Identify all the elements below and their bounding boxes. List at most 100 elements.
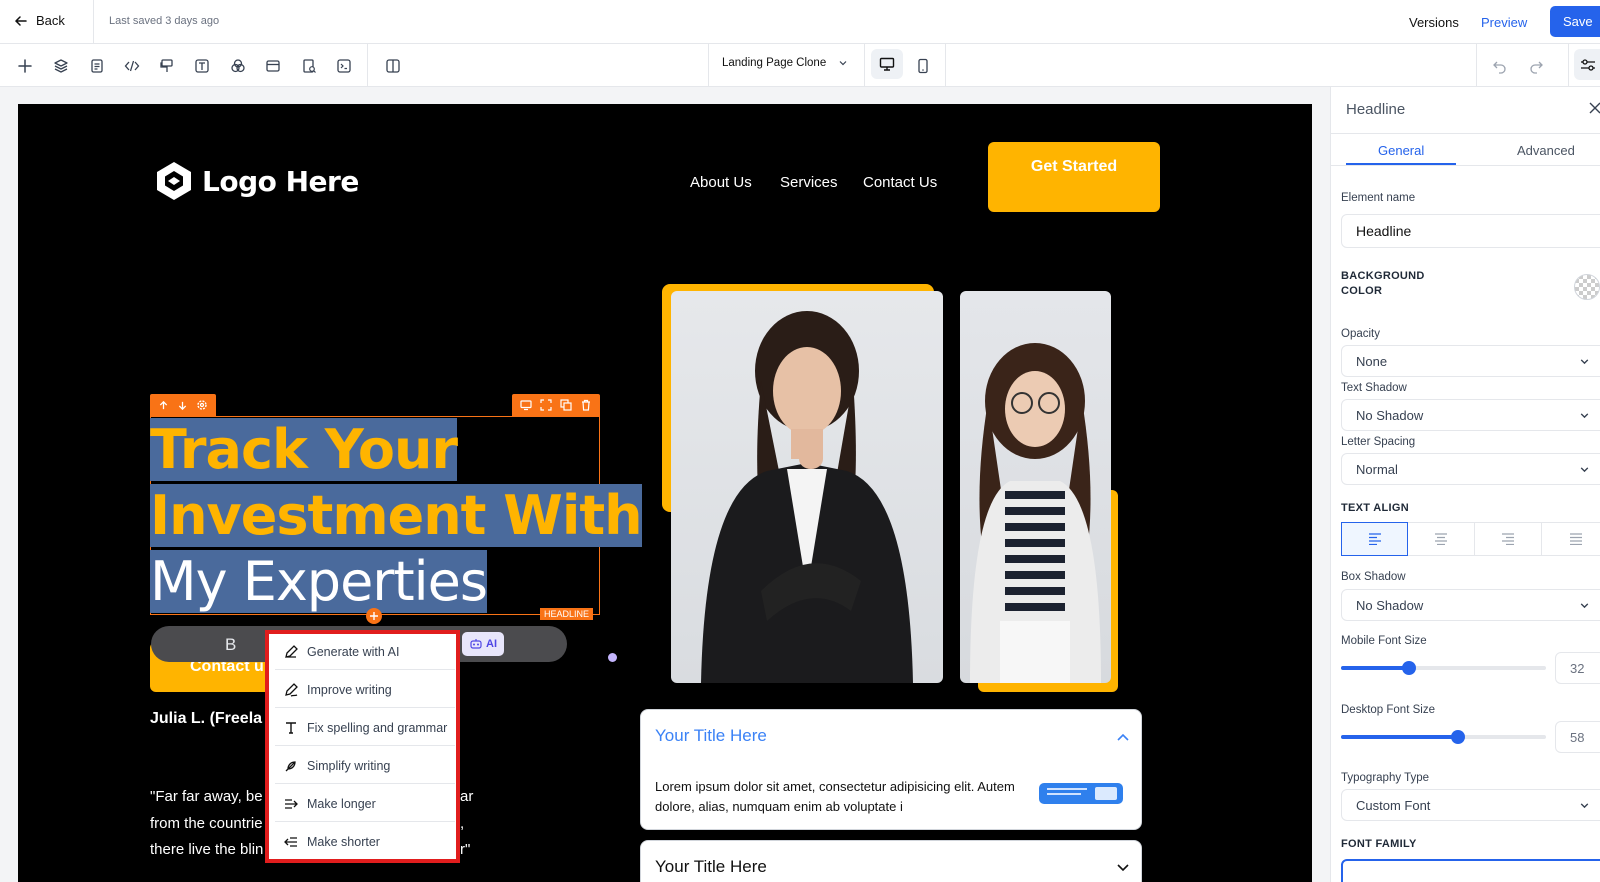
sliders-icon [1581,58,1595,71]
settings-panel-button[interactable] [1574,49,1600,80]
ai-item-label: Fix spelling and grammar [307,720,448,735]
letter-spacing-value: Normal [1356,461,1398,477]
mobile-font-size-value: 32 [1570,660,1585,676]
headline-type-tag: HEADLINE [540,608,594,620]
mobile-view-icon[interactable] [912,55,934,77]
code-icon[interactable] [121,55,143,77]
pages-icon[interactable] [86,55,108,77]
move-down-icon[interactable] [177,400,188,411]
chevron-up-icon[interactable] [1116,732,1130,742]
box-shadow-value: No Shadow [1356,597,1424,613]
page-select[interactable]: Landing Page Clone [722,57,848,69]
layers-icon[interactable] [50,55,72,77]
testimonial-quote: "Far far away, be from the countrie ther… [150,784,263,864]
element-name-input[interactable]: Headline [1341,214,1600,248]
terminal-icon[interactable] [333,55,355,77]
ai-make-longer-item[interactable]: Make longer [275,786,455,822]
save-button[interactable]: Save [1550,6,1600,37]
background-color-label: BACKGROUND COLOR [1341,270,1425,297]
move-up-icon[interactable] [158,400,169,411]
box-shadow-select[interactable]: No Shadow [1341,589,1600,621]
colors-icon[interactable] [227,55,249,77]
gear-icon[interactable] [196,399,208,411]
logo[interactable]: Logo Here [154,160,359,202]
background-color-swatch[interactable] [1574,274,1600,300]
ai-generate-item[interactable]: Generate with AI [275,634,455,670]
undo-icon[interactable] [1489,55,1511,77]
redo-icon[interactable] [1525,55,1547,77]
trash-icon[interactable] [580,399,592,411]
get-started-button[interactable]: Get Started [988,142,1160,212]
text-t-icon [286,721,296,734]
tab-advanced[interactable]: Advanced [1517,143,1575,158]
ai-item-label: Generate with AI [307,644,400,659]
split-view-icon[interactable] [382,55,404,77]
font-family-select[interactable] [1341,859,1600,882]
letter-spacing-select[interactable]: Normal [1341,453,1600,485]
chevron-down-icon[interactable] [1116,863,1130,873]
headline[interactable]: Track Your Investment With My Experties [150,417,643,615]
desktop-font-size-input[interactable]: 58 [1555,721,1600,753]
mobile-font-size-slider[interactable] [1341,661,1546,675]
quote-tail-1: ar [460,788,474,805]
add-icon[interactable] [14,55,36,77]
ai-fix-spelling-item[interactable]: Fix spelling and grammar [275,710,455,746]
back-button[interactable]: Back [14,13,65,28]
nav-about-us[interactable]: About Us [690,174,752,191]
ai-make-shorter-item[interactable]: Make shorter [275,824,455,860]
align-right-button[interactable] [1475,523,1542,555]
feather-icon [285,760,296,771]
desktop-visibility-icon[interactable] [520,399,532,411]
get-started-label: Get Started [1030,158,1118,175]
theme-badge-image [1039,783,1123,804]
ai-simplify-item[interactable]: Simplify writing [275,748,455,784]
opacity-select[interactable]: None [1341,345,1600,377]
slider-thumb[interactable] [1450,730,1465,744]
portrait-photo-1 [671,291,943,683]
close-icon[interactable] [1588,101,1600,115]
text-icon[interactable] [191,55,213,77]
chevron-down-icon [1580,603,1589,609]
seo-icon[interactable] [298,55,320,77]
quote-tail-3: r" [460,841,471,858]
element-toolbar-left [150,394,216,416]
drag-dot[interactable] [608,653,617,662]
text-shadow-value: No Shadow [1356,407,1424,423]
layout-icon[interactable] [262,55,284,77]
mobile-font-size-input[interactable]: 32 [1555,652,1600,684]
accordion-title-2[interactable]: Your Title Here [655,857,767,877]
accordion-title[interactable]: Your Title Here [655,726,767,746]
align-center-button[interactable] [1408,523,1475,555]
text-shadow-select[interactable]: No Shadow [1341,399,1600,431]
typography-type-select[interactable]: Custom Font [1341,789,1600,821]
expand-text-icon [285,798,298,809]
nav-contact-us[interactable]: Contact Us [863,174,937,191]
slider-thumb[interactable] [1401,661,1416,675]
editor-canvas: Logo Here About Us Services Contact Us G… [0,87,1330,882]
add-element-button[interactable] [366,608,382,624]
letter-spacing-label: Letter Spacing [1341,436,1416,448]
chevron-down-icon [1580,413,1589,419]
expand-icon[interactable] [540,399,552,411]
ai-actions-menu: Generate with AI Improve writing Fix spe… [265,630,460,863]
desktop-font-size-slider[interactable] [1341,730,1546,744]
chevron-down-icon [1580,803,1589,809]
paint-icon[interactable] [156,55,178,77]
desktop-view-button[interactable] [871,49,903,79]
opacity-label: Opacity [1341,328,1380,340]
ai-assist-button[interactable]: AI [462,632,504,656]
duplicate-icon[interactable] [560,399,572,411]
nav-services[interactable]: Services [780,174,838,191]
slider-fill [1341,666,1409,670]
ai-improve-item[interactable]: Improve writing [275,672,455,708]
portrait-photo-2 [960,291,1111,683]
align-left-button[interactable] [1341,522,1408,556]
tab-general[interactable]: General [1378,143,1424,158]
bold-button[interactable]: B [225,635,236,655]
preview-button[interactable]: Preview [1481,15,1527,30]
ai-item-label: Simplify writing [307,758,391,773]
plus-icon [370,612,378,620]
align-justify-button[interactable] [1542,523,1600,555]
accordion-item: Your Title Here Lorem ipsum dolor sit am… [640,709,1142,830]
versions-button[interactable]: Versions [1409,15,1459,30]
